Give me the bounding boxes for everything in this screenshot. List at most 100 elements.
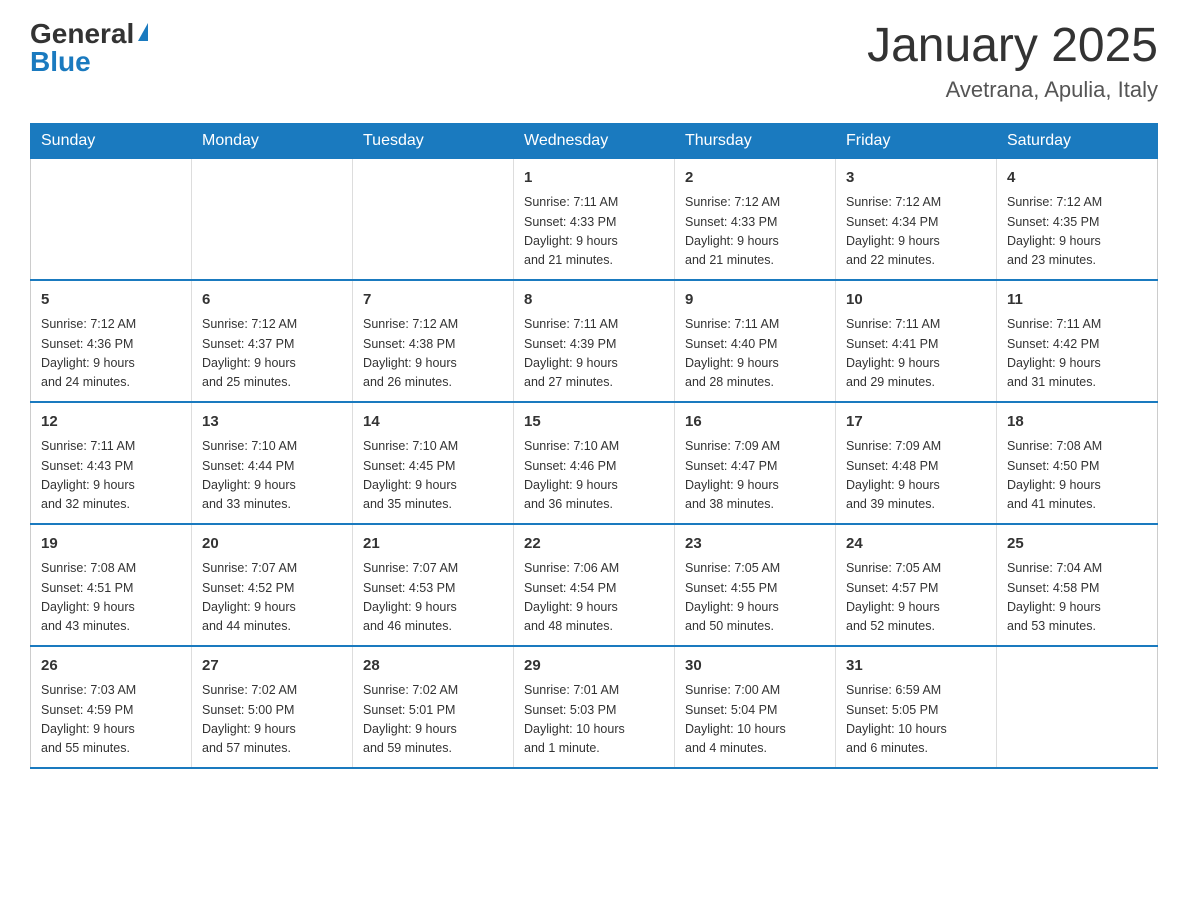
day-info: Sunrise: 7:11 AMSunset: 4:41 PMDaylight:… xyxy=(846,315,986,393)
calendar-header-row: SundayMondayTuesdayWednesdayThursdayFrid… xyxy=(31,123,1158,158)
calendar-day-cell: 9 Sunrise: 7:11 AMSunset: 4:40 PMDaylight… xyxy=(675,280,836,402)
calendar-day-cell: 25Sunrise: 7:04 AMSunset: 4:58 PMDayligh… xyxy=(997,524,1158,646)
calendar-week-row: 12Sunrise: 7:11 AMSunset: 4:43 PMDayligh… xyxy=(31,402,1158,524)
calendar-day-cell: 12Sunrise: 7:11 AMSunset: 4:43 PMDayligh… xyxy=(31,402,192,524)
day-number: 20 xyxy=(202,533,342,556)
title-block: January 2025 Avetrana, Apulia, Italy xyxy=(867,20,1158,103)
day-info: Sunrise: 7:12 AMSunset: 4:36 PMDaylight:… xyxy=(41,315,181,393)
day-number: 14 xyxy=(363,411,503,434)
day-info: Sunrise: 7:11 AMSunset: 4:33 PMDaylight:… xyxy=(524,193,664,271)
day-number: 9 xyxy=(685,289,825,312)
calendar-day-cell: 18 Sunrise: 7:08 AMSunset: 4:50 PMDayligh… xyxy=(997,402,1158,524)
calendar-day-cell: 20 Sunrise: 7:07 AMSunset: 4:52 PMDayligh… xyxy=(192,524,353,646)
calendar-day-cell: 27 Sunrise: 7:02 AMSunset: 5:00 PMDayligh… xyxy=(192,646,353,768)
day-number: 10 xyxy=(846,289,986,312)
day-number: 27 xyxy=(202,655,342,678)
day-number: 11 xyxy=(1007,289,1147,312)
calendar-day-cell: 26Sunrise: 7:03 AMSunset: 4:59 PMDayligh… xyxy=(31,646,192,768)
day-info: Sunrise: 7:07 AMSunset: 4:53 PMDaylight:… xyxy=(363,559,503,637)
day-number: 29 xyxy=(524,655,664,678)
day-info: Sunrise: 7:08 AMSunset: 4:50 PMDaylight:… xyxy=(1007,437,1147,515)
day-of-week-header: Saturday xyxy=(997,123,1158,158)
calendar-day-cell: 4 Sunrise: 7:12 AMSunset: 4:35 PMDaylight… xyxy=(997,158,1158,280)
calendar-day-cell: 24Sunrise: 7:05 AMSunset: 4:57 PMDayligh… xyxy=(836,524,997,646)
day-number: 12 xyxy=(41,411,181,434)
day-of-week-header: Thursday xyxy=(675,123,836,158)
calendar-day-cell: 11 Sunrise: 7:11 AMSunset: 4:42 PMDayligh… xyxy=(997,280,1158,402)
day-number: 18 xyxy=(1007,411,1147,434)
day-number: 7 xyxy=(363,289,503,312)
day-number: 31 xyxy=(846,655,986,678)
day-info: Sunrise: 7:12 AMSunset: 4:37 PMDaylight:… xyxy=(202,315,342,393)
day-info: Sunrise: 7:09 AMSunset: 4:48 PMDaylight:… xyxy=(846,437,986,515)
day-info: Sunrise: 6:59 AMSunset: 5:05 PMDaylight:… xyxy=(846,681,986,759)
logo: General Blue xyxy=(30,20,148,76)
calendar-day-cell: 5 Sunrise: 7:12 AMSunset: 4:36 PMDaylight… xyxy=(31,280,192,402)
day-number: 1 xyxy=(524,167,664,190)
calendar-day-cell: 16 Sunrise: 7:09 AMSunset: 4:47 PMDayligh… xyxy=(675,402,836,524)
day-number: 2 xyxy=(685,167,825,190)
calendar-day-cell: 17Sunrise: 7:09 AMSunset: 4:48 PMDayligh… xyxy=(836,402,997,524)
calendar-week-row: 5 Sunrise: 7:12 AMSunset: 4:36 PMDaylight… xyxy=(31,280,1158,402)
calendar-day-cell: 28Sunrise: 7:02 AMSunset: 5:01 PMDayligh… xyxy=(353,646,514,768)
day-number: 28 xyxy=(363,655,503,678)
day-number: 13 xyxy=(202,411,342,434)
day-info: Sunrise: 7:12 AMSunset: 4:33 PMDaylight:… xyxy=(685,193,825,271)
day-of-week-header: Friday xyxy=(836,123,997,158)
month-year: January 2025 xyxy=(867,20,1158,73)
day-info: Sunrise: 7:12 AMSunset: 4:35 PMDaylight:… xyxy=(1007,193,1147,271)
calendar-day-cell: 3 Sunrise: 7:12 AMSunset: 4:34 PMDaylight… xyxy=(836,158,997,280)
day-number: 5 xyxy=(41,289,181,312)
calendar-body: 1 Sunrise: 7:11 AMSunset: 4:33 PMDaylight… xyxy=(31,158,1158,768)
day-info: Sunrise: 7:11 AMSunset: 4:42 PMDaylight:… xyxy=(1007,315,1147,393)
day-of-week-header: Sunday xyxy=(31,123,192,158)
day-number: 3 xyxy=(846,167,986,190)
calendar-day-cell: 31 Sunrise: 6:59 AMSunset: 5:05 PMDayligh… xyxy=(836,646,997,768)
location: Avetrana, Apulia, Italy xyxy=(867,77,1158,103)
day-of-week-header: Wednesday xyxy=(514,123,675,158)
day-number: 26 xyxy=(41,655,181,678)
logo-general-text: General xyxy=(30,20,134,48)
day-info: Sunrise: 7:05 AMSunset: 4:57 PMDaylight:… xyxy=(846,559,986,637)
calendar-day-cell: 1 Sunrise: 7:11 AMSunset: 4:33 PMDaylight… xyxy=(514,158,675,280)
day-info: Sunrise: 7:09 AMSunset: 4:47 PMDaylight:… xyxy=(685,437,825,515)
day-info: Sunrise: 7:11 AMSunset: 4:40 PMDaylight:… xyxy=(685,315,825,393)
calendar-day-cell: 2 Sunrise: 7:12 AMSunset: 4:33 PMDaylight… xyxy=(675,158,836,280)
day-info: Sunrise: 7:12 AMSunset: 4:34 PMDaylight:… xyxy=(846,193,986,271)
calendar-week-row: 1 Sunrise: 7:11 AMSunset: 4:33 PMDaylight… xyxy=(31,158,1158,280)
day-of-week-header: Tuesday xyxy=(353,123,514,158)
day-number: 4 xyxy=(1007,167,1147,190)
day-info: Sunrise: 7:07 AMSunset: 4:52 PMDaylight:… xyxy=(202,559,342,637)
calendar-day-cell: 8Sunrise: 7:11 AMSunset: 4:39 PMDaylight… xyxy=(514,280,675,402)
calendar-day-cell: 30Sunrise: 7:00 AMSunset: 5:04 PMDayligh… xyxy=(675,646,836,768)
calendar-week-row: 26Sunrise: 7:03 AMSunset: 4:59 PMDayligh… xyxy=(31,646,1158,768)
calendar-table: SundayMondayTuesdayWednesdayThursdayFrid… xyxy=(30,123,1158,769)
calendar-day-cell: 7Sunrise: 7:12 AMSunset: 4:38 PMDaylight… xyxy=(353,280,514,402)
day-info: Sunrise: 7:08 AMSunset: 4:51 PMDaylight:… xyxy=(41,559,181,637)
calendar-day-cell: 23 Sunrise: 7:05 AMSunset: 4:55 PMDayligh… xyxy=(675,524,836,646)
day-info: Sunrise: 7:02 AMSunset: 5:00 PMDaylight:… xyxy=(202,681,342,759)
logo-blue-text: Blue xyxy=(30,48,91,76)
day-info: Sunrise: 7:10 AMSunset: 4:44 PMDaylight:… xyxy=(202,437,342,515)
calendar-day-cell: 15 Sunrise: 7:10 AMSunset: 4:46 PMDayligh… xyxy=(514,402,675,524)
day-number: 8 xyxy=(524,289,664,312)
day-info: Sunrise: 7:10 AMSunset: 4:45 PMDaylight:… xyxy=(363,437,503,515)
day-number: 23 xyxy=(685,533,825,556)
day-number: 21 xyxy=(363,533,503,556)
day-number: 16 xyxy=(685,411,825,434)
calendar-day-cell xyxy=(192,158,353,280)
day-info: Sunrise: 7:06 AMSunset: 4:54 PMDaylight:… xyxy=(524,559,664,637)
day-info: Sunrise: 7:04 AMSunset: 4:58 PMDaylight:… xyxy=(1007,559,1147,637)
calendar-day-cell xyxy=(997,646,1158,768)
header: General Blue January 2025 Avetrana, Apul… xyxy=(30,20,1158,103)
calendar-day-cell xyxy=(31,158,192,280)
calendar-day-cell xyxy=(353,158,514,280)
day-info: Sunrise: 7:05 AMSunset: 4:55 PMDaylight:… xyxy=(685,559,825,637)
day-of-week-header: Monday xyxy=(192,123,353,158)
calendar-day-cell: 19Sunrise: 7:08 AMSunset: 4:51 PMDayligh… xyxy=(31,524,192,646)
day-info: Sunrise: 7:00 AMSunset: 5:04 PMDaylight:… xyxy=(685,681,825,759)
day-info: Sunrise: 7:10 AMSunset: 4:46 PMDaylight:… xyxy=(524,437,664,515)
calendar-day-cell: 10 Sunrise: 7:11 AMSunset: 4:41 PMDayligh… xyxy=(836,280,997,402)
calendar-day-cell: 14 Sunrise: 7:10 AMSunset: 4:45 PMDayligh… xyxy=(353,402,514,524)
day-number: 15 xyxy=(524,411,664,434)
